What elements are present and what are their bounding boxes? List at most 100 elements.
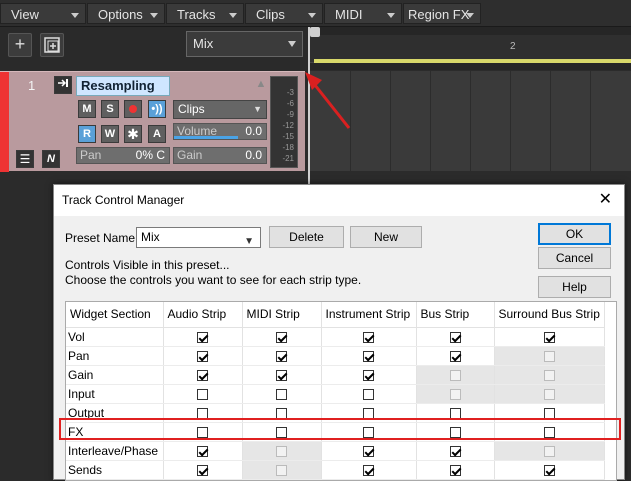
track-control-preset-dropdown[interactable]: Mix	[186, 31, 303, 57]
strip-control-checkbox[interactable]	[197, 407, 208, 419]
strip-control-checkbox[interactable]	[276, 426, 287, 438]
pan-value: 0% C	[135, 148, 165, 162]
strip-control-checkbox[interactable]	[276, 407, 287, 419]
strip-control-checkbox[interactable]	[363, 464, 374, 476]
strip-control-checkbox[interactable]	[543, 407, 555, 419]
menu-region-fx[interactable]: Region FX	[403, 3, 481, 24]
freeze-button[interactable]: ✱	[124, 125, 142, 143]
menu-view[interactable]: View	[0, 3, 86, 24]
strip-control-checkbox[interactable]	[276, 369, 287, 381]
menu-midi[interactable]: MIDI	[324, 3, 402, 24]
column-header[interactable]: Surround Bus Strip	[494, 302, 605, 328]
strip-control-checkbox[interactable]	[197, 426, 208, 438]
preset-name-combobox[interactable]: Mix ▼	[136, 227, 261, 248]
strip-control-checkbox[interactable]	[449, 350, 461, 362]
menu-bar: View Options Tracks Clips MIDI Region FX	[0, 0, 631, 27]
strip-control-checkbox[interactable]	[363, 388, 374, 400]
automation-lane-button[interactable]: N	[42, 150, 60, 168]
track-menu-button[interactable]: ☰	[16, 150, 34, 168]
clips-pane[interactable]	[310, 71, 631, 171]
input-echo-button[interactable]: •))	[148, 100, 166, 118]
chevron-down-icon	[288, 41, 296, 47]
column-header[interactable]: Instrument Strip	[321, 302, 417, 328]
menu-label: MIDI	[335, 7, 363, 22]
volume-value: 0.0	[245, 124, 262, 138]
automation-button[interactable]: A	[148, 125, 166, 143]
strip-control-checkbox[interactable]	[197, 369, 208, 381]
strip-control-checkbox[interactable]	[197, 350, 208, 362]
table-header-row: Widget Section Audio Strip MIDI Strip In…	[66, 302, 605, 328]
ok-button[interactable]: OK	[538, 223, 611, 245]
strip-control-checkbox[interactable]	[363, 331, 374, 343]
playhead-handle[interactable]	[310, 27, 320, 37]
strip-control-checkbox[interactable]	[543, 464, 555, 476]
delete-button[interactable]: Delete	[269, 226, 344, 248]
solo-button[interactable]: S	[101, 100, 119, 118]
archive-track-icon[interactable]: ▲	[252, 76, 270, 94]
strip-control-checkbox[interactable]	[197, 464, 208, 476]
table-cell	[163, 384, 243, 404]
cancel-button[interactable]: Cancel	[538, 247, 611, 269]
strip-control-checkbox[interactable]	[276, 350, 287, 362]
time-ruler[interactable]: 2	[310, 35, 631, 63]
strip-control-checkbox[interactable]	[449, 445, 461, 457]
track-name-field[interactable]: Resampling	[76, 76, 170, 96]
record-icon	[129, 105, 137, 113]
strip-control-checkbox[interactable]	[449, 331, 461, 343]
strip-control-checkbox[interactable]	[363, 407, 374, 419]
strip-control-checkbox[interactable]	[276, 331, 287, 343]
new-button[interactable]: New	[350, 226, 422, 248]
add-group-button[interactable]	[40, 33, 64, 57]
table-cell	[321, 327, 417, 347]
strip-control-checkbox[interactable]	[543, 426, 555, 438]
controls-table: Widget Section Audio Strip MIDI Strip In…	[65, 301, 617, 481]
table-cell	[321, 441, 417, 461]
mute-button[interactable]: M	[78, 100, 96, 118]
strip-control-checkbox[interactable]	[543, 331, 555, 343]
menu-lines-icon: ☰	[19, 152, 31, 166]
widget-section-name: FX	[66, 422, 164, 442]
close-icon[interactable]: ✕	[599, 192, 612, 208]
menu-tracks[interactable]: Tracks	[166, 3, 244, 24]
pan-slider[interactable]: Pan 0% C	[76, 147, 170, 164]
playhead-line	[308, 27, 310, 187]
strip-control-checkbox[interactable]	[197, 388, 208, 400]
column-header[interactable]: Audio Strip	[163, 302, 243, 328]
strip-control-checkbox[interactable]	[363, 445, 374, 457]
strip-control-checkbox[interactable]	[363, 350, 374, 362]
menu-label: View	[11, 7, 39, 22]
record-arm-button[interactable]	[124, 100, 142, 118]
strip-control-checkbox[interactable]	[363, 426, 374, 438]
column-header[interactable]: Bus Strip	[416, 302, 495, 328]
strip-control-checkbox[interactable]	[363, 369, 374, 381]
help-button[interactable]: Help	[538, 276, 611, 298]
input-echo-icon: •))	[151, 103, 163, 115]
strip-control-checkbox[interactable]	[449, 407, 461, 419]
strip-control-checkbox[interactable]	[197, 445, 208, 457]
strip-control-checkbox[interactable]	[449, 426, 461, 438]
gain-slider[interactable]: Gain 0.0	[173, 147, 267, 164]
column-header[interactable]: Widget Section	[66, 302, 164, 328]
strip-control-checkbox[interactable]	[276, 388, 287, 400]
track-control-manager-dialog: Track Control Manager ✕ Preset Name: Mix…	[53, 184, 625, 481]
column-header[interactable]: MIDI Strip	[242, 302, 322, 328]
menu-label: Options	[98, 7, 143, 22]
menu-options[interactable]: Options	[87, 3, 165, 24]
strip-control-checkbox[interactable]	[197, 331, 208, 343]
write-automation-button[interactable]: W	[101, 125, 119, 143]
strip-control-checkbox[interactable]	[449, 464, 461, 476]
add-track-button[interactable]: +	[8, 33, 32, 57]
preset-value: Mix	[193, 36, 214, 51]
track-type-button[interactable]	[54, 76, 72, 94]
menu-clips[interactable]: Clips	[245, 3, 323, 24]
volume-slider[interactable]: Volume 0.0	[173, 123, 267, 140]
table-cell	[494, 327, 605, 347]
track-view-dropdown[interactable]: Clips ▼	[173, 100, 267, 119]
chevron-down-icon	[466, 13, 474, 18]
table-cell	[163, 365, 243, 385]
chevron-down-icon	[387, 13, 395, 18]
table-cell	[242, 403, 322, 423]
table-cell	[242, 384, 322, 404]
loop-region-bar[interactable]	[314, 59, 631, 63]
read-automation-button[interactable]: R	[78, 125, 96, 143]
